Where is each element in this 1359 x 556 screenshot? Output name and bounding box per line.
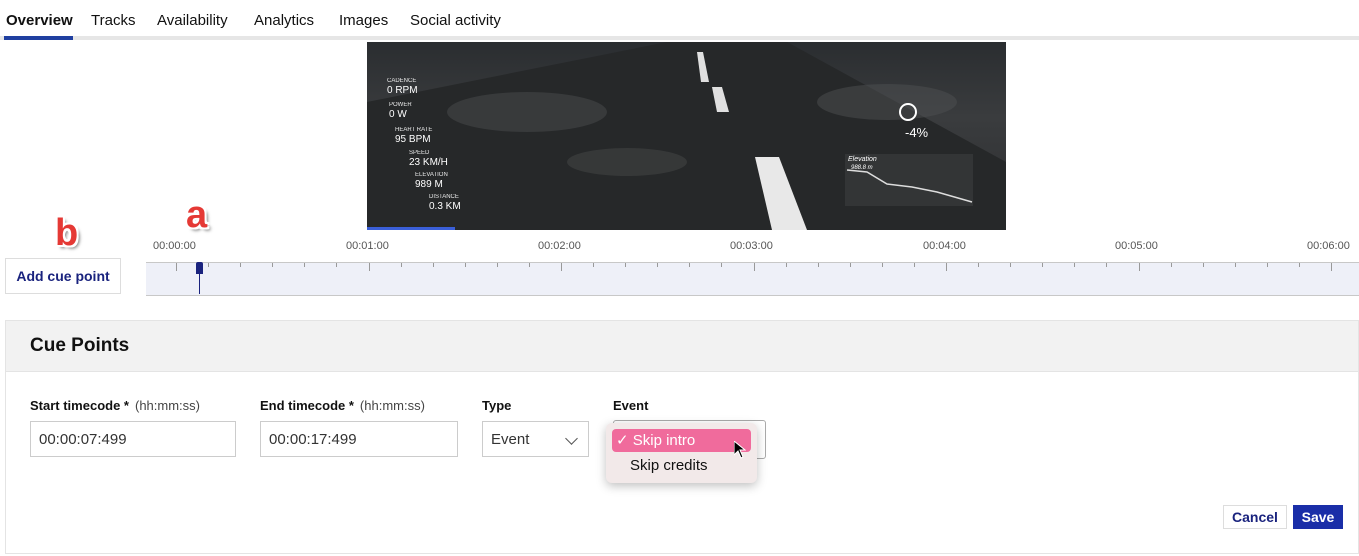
add-cue-point-button[interactable]: Add cue point <box>5 258 121 294</box>
mouse-pointer-icon <box>734 441 746 459</box>
timeline-tick <box>208 263 210 267</box>
hud-elevation: ELEVATION 989 M <box>415 172 448 190</box>
tab-tracks[interactable]: Tracks <box>91 12 135 29</box>
type-label: Type <box>482 398 512 413</box>
hud-cadence: CADENCE 0 RPM <box>387 78 418 96</box>
hud-heart-rate: HEART RATE 95 BPM <box>395 127 433 145</box>
event-option-skip-credits[interactable]: Skip credits <box>612 454 751 477</box>
timeline-tick <box>240 263 242 267</box>
tab-bar: Overview Tracks Availability Analytics I… <box>0 0 1359 40</box>
timeline-tick <box>528 263 530 267</box>
timeline-tick <box>1074 263 1076 267</box>
tick-label: 00:01:00 <box>346 240 389 252</box>
hud-power: POWER 0 W <box>389 102 412 120</box>
timeline-tick <box>881 263 883 267</box>
tab-analytics[interactable]: Analytics <box>254 12 314 29</box>
tick-label: 00:02:00 <box>538 240 581 252</box>
tick-label: 00:04:00 <box>923 240 966 252</box>
timeline-tick <box>849 263 851 267</box>
timeline-tick <box>978 263 980 267</box>
cue-timeline[interactable]: 00:00:00 00:01:00 00:02:00 00:03:00 00:0… <box>146 236 1359 296</box>
timeline-tick <box>1202 263 1204 267</box>
hud-speed: SPEED 23 KM/H <box>409 150 448 168</box>
timeline-tick <box>593 263 595 267</box>
annotation-a: a <box>186 194 208 236</box>
timeline-tick <box>1010 263 1012 267</box>
tick-label: 00:03:00 <box>730 240 773 252</box>
timeline-tick <box>464 263 466 267</box>
timeline-tick <box>368 263 370 271</box>
hud-distance: DISTANCE 0.3 KM <box>429 194 461 212</box>
annotation-b: b <box>55 212 79 254</box>
timeline-tick <box>1138 263 1140 271</box>
end-timecode-input[interactable]: 00:00:17:499 <box>260 421 458 457</box>
active-tab-indicator <box>4 36 73 40</box>
timeline-tick <box>657 263 659 267</box>
tab-overview[interactable]: Overview <box>6 12 73 29</box>
tab-social-activity[interactable]: Social activity <box>410 12 501 29</box>
timeline-tick <box>304 263 306 267</box>
chevron-down-icon <box>565 432 578 445</box>
timeline-tick <box>946 263 947 271</box>
timeline-tick <box>689 263 691 267</box>
event-label: Event <box>613 398 649 413</box>
timeline-tick <box>753 263 755 271</box>
tick-label: 00:05:00 <box>1115 240 1158 252</box>
timeline-track[interactable] <box>146 262 1359 296</box>
type-select[interactable]: Event <box>482 421 589 457</box>
timeline-tick <box>336 263 338 267</box>
timeline-tick <box>1234 263 1236 267</box>
end-timecode-label: End timecode * (hh:mm:ss) <box>260 398 425 413</box>
timeline-tick <box>1042 263 1044 267</box>
timeline-tick <box>721 263 723 267</box>
timeline-tick <box>1298 263 1300 267</box>
tab-images[interactable]: Images <box>339 12 388 29</box>
timeline-tick <box>625 263 627 267</box>
hud-grade: -4% <box>905 125 929 140</box>
tick-label: 00:00:00 <box>153 240 196 252</box>
timeline-tick <box>913 263 915 267</box>
start-timecode-label: Start timecode * (hh:mm:ss) <box>30 398 200 413</box>
cue-point-marker-line <box>199 272 200 294</box>
video-progress-bar[interactable] <box>367 227 455 230</box>
cancel-button[interactable]: Cancel <box>1223 505 1287 529</box>
start-timecode-input[interactable]: 00:00:07:499 <box>30 421 236 457</box>
cue-points-panel: Cue Points Start timecode * (hh:mm:ss) 00… <box>5 320 1359 554</box>
timeline-tick <box>272 263 274 267</box>
timeline-tick <box>400 263 402 267</box>
timeline-tick <box>176 263 177 271</box>
timeline-tick <box>1106 263 1108 267</box>
cue-points-header: Cue Points <box>6 321 1358 372</box>
timeline-tick <box>1266 263 1268 267</box>
video-player[interactable]: CADENCE 0 RPM POWER 0 W HEART RATE 95 BPM S… <box>367 42 1006 230</box>
timeline-tick <box>561 263 562 271</box>
timeline-tick <box>1331 263 1332 271</box>
save-button[interactable]: Save <box>1293 505 1343 529</box>
event-option-skip-intro[interactable]: ✓ Skip intro <box>612 429 751 452</box>
timeline-tick <box>1170 263 1172 267</box>
timeline-tick <box>817 263 819 267</box>
timeline-tick <box>496 263 498 267</box>
tick-label: 00:06:00 <box>1307 240 1350 252</box>
cue-points-title: Cue Points <box>30 335 130 356</box>
timeline-tick <box>785 263 787 267</box>
tab-availability[interactable]: Availability <box>157 12 228 29</box>
hud-elevation-chart-value: 988.8 m <box>851 165 873 171</box>
timeline-tick <box>432 263 434 267</box>
